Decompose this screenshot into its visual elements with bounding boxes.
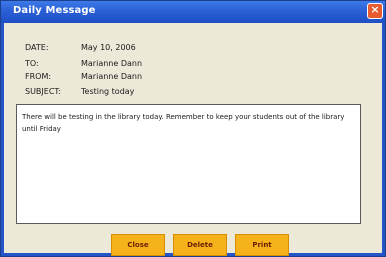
from-label: FROM: bbox=[25, 72, 52, 81]
close-button[interactable]: Close bbox=[111, 234, 165, 256]
print-button[interactable]: Print bbox=[235, 234, 289, 256]
title-bar: Daily Message × bbox=[1, 1, 385, 23]
close-window-button[interactable]: × bbox=[367, 3, 383, 19]
from-row: FROM: Marianne Dann bbox=[1, 72, 385, 84]
subject-label: SUBJECT: bbox=[25, 87, 62, 96]
message-body[interactable]: There will be testing in the library tod… bbox=[16, 104, 361, 224]
delete-button[interactable]: Delete bbox=[173, 234, 227, 256]
window-border-left bbox=[1, 23, 4, 256]
subject-row: SUBJECT: Testing today bbox=[1, 87, 385, 99]
date-value: May 10, 2006 bbox=[81, 43, 136, 52]
date-label: DATE: bbox=[25, 43, 49, 52]
date-row: DATE: May 10, 2006 bbox=[1, 43, 385, 55]
to-label: TO: bbox=[25, 59, 39, 68]
to-value: Marianne Dann bbox=[81, 59, 143, 68]
from-value: Marianne Dann bbox=[81, 72, 143, 81]
button-bar: Close Delete Print bbox=[1, 234, 385, 256]
daily-message-window: Daily Message × DATE: May 10, 2006 TO: M… bbox=[0, 0, 386, 257]
to-row: TO: Marianne Dann bbox=[1, 59, 385, 71]
close-icon: × bbox=[370, 3, 380, 16]
window-border-right bbox=[382, 23, 385, 256]
subject-value: Testing today bbox=[81, 87, 135, 96]
window-title: Daily Message bbox=[13, 5, 96, 16]
